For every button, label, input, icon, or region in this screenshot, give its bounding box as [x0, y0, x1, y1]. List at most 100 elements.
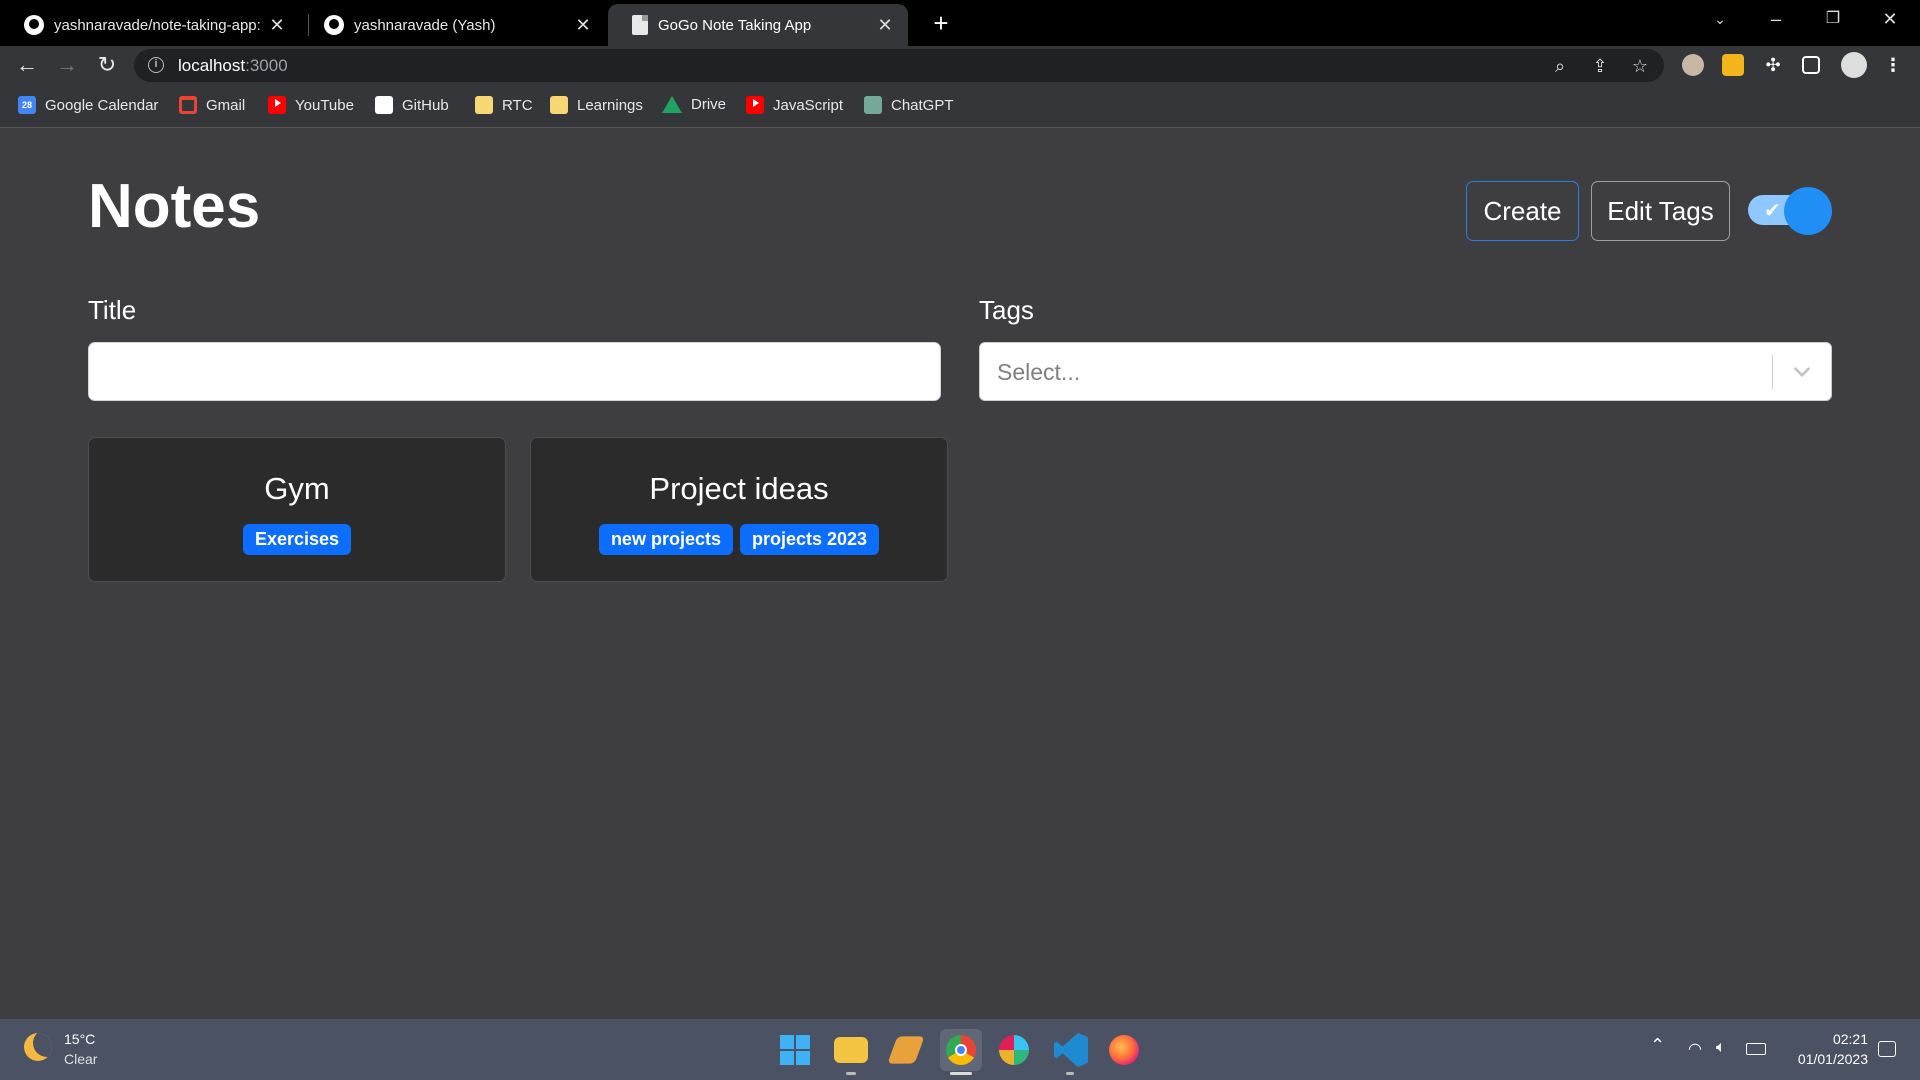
note-card-gym[interactable]: Gym Exercises	[88, 437, 506, 582]
url-text[interactable]: localhost:3000	[178, 56, 288, 76]
clock-time[interactable]: 02:21	[1828, 1031, 1868, 1047]
toggle-knob	[1784, 187, 1832, 235]
bookmark-chatgpt[interactable]: ChatGPT	[864, 96, 954, 114]
title-label: Title	[88, 295, 137, 325]
windows-taskbar: 15°C Clear ⌃ ◠ 🔈︎ 02:21 01/01/2023	[0, 1019, 1920, 1080]
create-button[interactable]: Create	[1466, 181, 1579, 241]
running-indicator	[846, 1072, 856, 1075]
chatgpt-icon	[864, 96, 882, 114]
extension-note-icon[interactable]	[1722, 54, 1744, 76]
bookmark-gmail[interactable]: Gmail	[179, 96, 245, 114]
folder-icon	[550, 96, 568, 114]
close-icon[interactable]: ✕	[572, 15, 594, 36]
chevron-down-icon[interactable]	[1791, 361, 1813, 383]
drive-icon	[662, 96, 682, 113]
tab-title: yashnaravade/note-taking-app: N	[54, 16, 266, 34]
tags-select-placeholder: Select...	[997, 359, 1081, 385]
title-input[interactable]	[88, 342, 941, 401]
select-separator	[1772, 355, 1773, 389]
browser-tab-bar: yashnaravade/note-taking-app: N ✕ yashna…	[0, 0, 1920, 46]
chevron-up-icon[interactable]: ⌃	[1650, 1035, 1665, 1056]
close-icon[interactable]: ✕	[874, 15, 896, 36]
site-info-icon[interactable]: i	[148, 57, 164, 73]
back-icon[interactable]: ←	[11, 49, 43, 81]
firefox-icon[interactable]	[1109, 1035, 1139, 1065]
wifi-icon[interactable]: ◠	[1688, 1039, 1702, 1059]
bookmark-label: JavaScript	[773, 96, 844, 114]
close-icon[interactable]: ✕	[266, 15, 288, 36]
extension-avatar-icon[interactable]	[1682, 54, 1704, 76]
new-tab-button[interactable]: +	[924, 6, 958, 40]
bookmark-label: YouTube	[295, 96, 354, 114]
slack-icon[interactable]	[999, 1035, 1029, 1065]
bookmark-label: ChatGPT	[891, 96, 954, 114]
browser-tab-repo[interactable]: yashnaravade/note-taking-app: N ✕	[0, 4, 300, 46]
youtube-icon	[746, 96, 764, 114]
bookmark-google-calendar[interactable]: 28 Google Calendar	[18, 96, 158, 114]
file-explorer-icon[interactable]	[834, 1037, 868, 1063]
vscode-icon[interactable]	[1054, 1033, 1088, 1067]
bookmark-label: Drive	[691, 96, 727, 113]
share-icon[interactable]: ⇪	[1588, 54, 1612, 78]
tab-search-icon[interactable]: ⌄	[1692, 0, 1748, 40]
gmail-icon	[179, 96, 197, 114]
browser-tab-profile[interactable]: yashnaravade (Yash) ✕	[300, 4, 606, 46]
app-lightning-icon[interactable]	[887, 1036, 925, 1064]
edit-tags-button[interactable]: Edit Tags	[1591, 181, 1730, 241]
weather-condition[interactable]: Clear	[64, 1051, 97, 1067]
tab-title: GoGo Note Taking App	[658, 16, 812, 34]
running-indicator	[1066, 1072, 1074, 1075]
bookmark-youtube[interactable]: YouTube	[268, 96, 354, 114]
document-icon	[632, 15, 648, 35]
bookmark-drive[interactable]: Drive	[662, 96, 726, 113]
tab-title: yashnaravade (Yash)	[354, 16, 496, 34]
chrome-taskbar-button[interactable]	[940, 1029, 982, 1071]
forward-icon[interactable]: →	[51, 49, 83, 81]
bookmark-star-icon[interactable]: ☆	[1628, 54, 1652, 78]
side-panel-icon[interactable]	[1802, 56, 1820, 74]
menu-kebab-icon[interactable]: ⋮	[1881, 53, 1905, 77]
check-icon: ✔	[1764, 200, 1781, 222]
github-icon	[24, 15, 44, 35]
volume-icon[interactable]: 🔈︎	[1716, 1039, 1726, 1057]
tags-select[interactable]: Select...	[979, 342, 1832, 401]
bookmark-label: Gmail	[206, 96, 246, 114]
address-bar[interactable]: i localhost:3000 ⌕ ⇪ ☆	[134, 49, 1664, 82]
notification-icon[interactable]	[1878, 1041, 1896, 1057]
weather-temperature[interactable]: 15°C	[64, 1031, 95, 1047]
bookmark-label: GitHub	[402, 96, 449, 114]
start-button[interactable]	[778, 1033, 812, 1067]
restore-button[interactable]: ❐	[1805, 0, 1861, 40]
bookmark-javascript[interactable]: JavaScript	[746, 96, 843, 114]
note-tags: new projects projects 2023	[531, 524, 947, 555]
minimize-button[interactable]: –	[1748, 0, 1804, 40]
tags-label: Tags	[979, 295, 1034, 325]
reload-icon[interactable]: ↻	[91, 49, 123, 81]
bookmark-label: RTC	[502, 96, 533, 114]
note-tags: Exercises	[89, 524, 505, 555]
close-window-button[interactable]: ✕	[1862, 0, 1918, 40]
youtube-icon	[268, 96, 286, 114]
extensions-puzzle-icon[interactable]: ✣	[1761, 53, 1785, 77]
battery-icon[interactable]	[1746, 1043, 1766, 1055]
bookmark-github[interactable]: GitHub	[375, 96, 449, 114]
bookmark-label: Google Calendar	[45, 96, 159, 114]
clock-date[interactable]: 01/01/2023	[1786, 1051, 1868, 1067]
note-title: Project ideas	[649, 471, 829, 506]
active-indicator	[950, 1072, 972, 1075]
bookmark-folder-rtc[interactable]: RTC	[475, 96, 533, 114]
github-icon	[375, 96, 393, 114]
browser-toolbar: ← → ↻ i localhost:3000 ⌕ ⇪ ☆ ✣ ⋮	[0, 46, 1920, 84]
tag-badge: projects 2023	[739, 524, 880, 555]
note-card-project-ideas[interactable]: Project ideas new projects projects 2023	[530, 437, 948, 582]
bookmark-label: Learnings	[577, 96, 643, 114]
theme-toggle[interactable]: ✔	[1748, 187, 1833, 235]
browser-tab-active[interactable]: GoGo Note Taking App ✕	[608, 4, 908, 46]
moon-weather-icon[interactable]	[24, 1033, 52, 1061]
profile-avatar[interactable]	[1841, 52, 1867, 78]
tag-badge: Exercises	[242, 524, 352, 555]
chrome-icon-center	[955, 1044, 967, 1056]
bookmark-folder-learnings[interactable]: Learnings	[550, 96, 643, 114]
zoom-icon[interactable]: ⌕	[1548, 54, 1572, 78]
note-title: Gym	[264, 471, 330, 506]
